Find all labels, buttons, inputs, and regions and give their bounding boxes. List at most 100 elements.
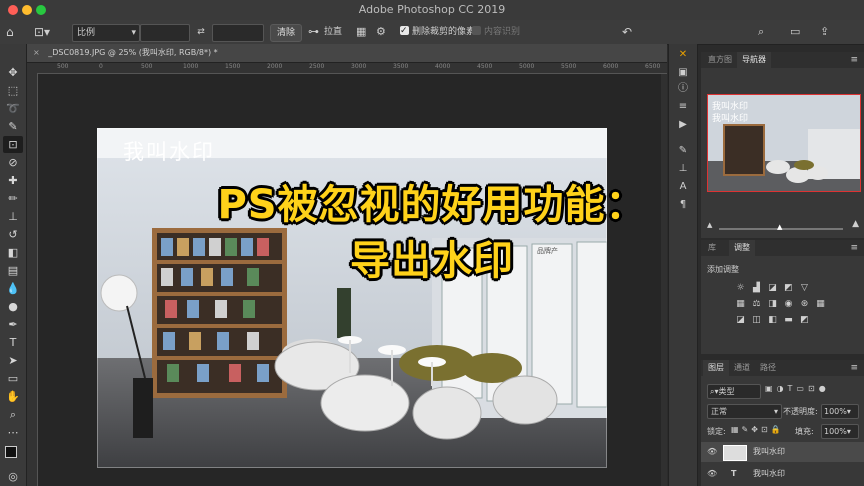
- ruler-mark: 500: [57, 63, 69, 70]
- panel-icon-column: ✕ ▣ ⓘ ≡ ▶ ✎ ⊥ A ¶: [668, 44, 698, 486]
- checkbox-unchecked: [472, 26, 481, 35]
- panel-menu-icon[interactable]: ≡: [850, 240, 858, 256]
- vibrance-icon[interactable]: ▽: [799, 284, 810, 293]
- app-title: Adobe Photoshop CC 2019: [358, 3, 506, 16]
- color-lookup-icon[interactable]: ▦: [815, 300, 826, 309]
- search-icon[interactable]: ⌕: [758, 24, 772, 40]
- straighten-label[interactable]: 拉直: [324, 24, 348, 40]
- tab-paths[interactable]: 路径: [755, 360, 781, 376]
- ratio-select[interactable]: 比例 ▾: [72, 24, 140, 42]
- color-swatches-icon[interactable]: [3, 444, 23, 463]
- filter-icons[interactable]: ▣◑T▭⊡●: [765, 384, 830, 393]
- watermark-text: 我叫水印: [123, 140, 215, 164]
- title-bar: Adobe Photoshop CC 2019: [0, 0, 864, 21]
- undo-icon[interactable]: ↶: [622, 24, 636, 40]
- paragraph-icon[interactable]: ¶: [675, 198, 691, 212]
- ruler-mark: 1000: [183, 63, 199, 70]
- eye-icon[interactable]: 👁: [707, 442, 717, 462]
- navigator-panel: 直方图 导航器 ≡ 我叫水印 我叫水印 ▲ ▲ ▲: [701, 52, 864, 238]
- tab-navigator[interactable]: 导航器: [737, 52, 771, 68]
- width-field[interactable]: [140, 24, 190, 42]
- layer-row[interactable]: 👁 T 我叫水印: [701, 464, 864, 484]
- hand-tool-icon[interactable]: ✋: [3, 388, 23, 405]
- panel-menu-icon[interactable]: ≡: [850, 52, 858, 68]
- gradient-map-icon[interactable]: ▬: [783, 316, 794, 325]
- clone-source-icon[interactable]: ⊥: [675, 162, 691, 176]
- panel-menu-icon[interactable]: ≡: [850, 360, 858, 376]
- eye-icon[interactable]: 👁: [707, 464, 717, 484]
- rectangle-tool-icon[interactable]: ▭: [3, 370, 23, 387]
- move-tool-icon[interactable]: ✥: [3, 64, 23, 81]
- collapse-icon[interactable]: ✕: [675, 48, 691, 62]
- tab-channels[interactable]: 通道: [729, 360, 755, 376]
- levels-icon[interactable]: ▟: [751, 284, 762, 293]
- overlay-grid-icon[interactable]: ▦: [356, 24, 370, 40]
- tab-histogram[interactable]: 直方图: [703, 52, 737, 68]
- ruler-mark: 6000: [603, 63, 619, 70]
- play-actions-icon[interactable]: ▶: [675, 118, 691, 132]
- layer-kind-filter[interactable]: ⌕▾类型: [707, 384, 761, 399]
- navigator-preview[interactable]: 我叫水印 我叫水印: [707, 94, 861, 192]
- threshold-icon[interactable]: ◧: [767, 316, 778, 325]
- zoom-out-icon[interactable]: ▲: [707, 221, 712, 229]
- posterize-icon[interactable]: ◫: [751, 316, 762, 325]
- clear-button[interactable]: 清除: [270, 24, 302, 42]
- properties-icon[interactable]: ≡: [675, 100, 691, 114]
- lasso-tool-icon[interactable]: ➰: [3, 100, 23, 117]
- eyedropper-tool-icon[interactable]: ⊘: [3, 154, 23, 171]
- ruler-mark: 5000: [519, 63, 535, 70]
- channel-mixer-icon[interactable]: ⊛: [799, 300, 810, 309]
- type-tool-icon[interactable]: T: [3, 334, 23, 351]
- chevron-down-icon: ▾: [773, 407, 778, 416]
- layers-tabs: 图层 通道 路径 ≡: [701, 360, 864, 376]
- zoom-handle[interactable]: ▲: [777, 223, 782, 231]
- tab-libraries[interactable]: 库: [703, 240, 721, 256]
- marquee-tool-icon[interactable]: ⬚: [3, 82, 23, 99]
- character-icon[interactable]: A: [675, 180, 691, 194]
- invert-icon[interactable]: ◪: [735, 316, 746, 325]
- fill-field[interactable]: 100%▾: [821, 424, 859, 439]
- quick-mask-icon[interactable]: ◎: [3, 468, 23, 485]
- tab-layers[interactable]: 图层: [703, 360, 729, 376]
- swap-icon[interactable]: ⇄: [195, 24, 207, 40]
- crop-tool-preset-icon[interactable]: ⊡▾: [34, 24, 60, 40]
- layers-panel: 图层 通道 路径 ≡ ⌕▾类型 ▣◑T▭⊡● 正常 ▾ 不透明度: 100%▾ 锁…: [701, 360, 864, 486]
- lock-icons[interactable]: ▦✎✥⊡🔒: [731, 425, 784, 434]
- zoom-tool-icon[interactable]: ⌕: [3, 406, 23, 423]
- brightness-icon[interactable]: ☼: [735, 284, 746, 293]
- straighten-icon[interactable]: ⊶: [308, 24, 322, 40]
- close-icon[interactable]: ×: [33, 48, 40, 57]
- layer-row[interactable]: 👁 我叫水印: [701, 442, 864, 462]
- path-select-tool-icon[interactable]: ➤: [3, 352, 23, 369]
- share-icon[interactable]: ⇪: [820, 24, 834, 40]
- zoom-in-icon[interactable]: ▲: [852, 219, 859, 229]
- document-tab[interactable]: × _DSC0819.JPG @ 25% (我叫水印, RGB/8*) *: [27, 44, 667, 63]
- curves-icon[interactable]: ◪: [767, 284, 778, 293]
- color-balance-icon[interactable]: ⚖: [751, 300, 762, 309]
- pen-tool-icon[interactable]: ✒: [3, 316, 23, 333]
- ruler-mark: 3500: [393, 63, 409, 70]
- content-aware-checkbox[interactable]: 内容识别: [472, 24, 532, 40]
- black-white-icon[interactable]: ◨: [767, 300, 778, 309]
- crop-tool-icon[interactable]: ⊡: [3, 136, 23, 153]
- home-icon[interactable]: ⌂: [6, 24, 20, 40]
- navigator-tabs: 直方图 导航器 ≡: [701, 52, 864, 68]
- photo-filter-icon[interactable]: ◉: [783, 300, 794, 309]
- brush-presets-icon[interactable]: ✎: [675, 144, 691, 158]
- color-panel-icon[interactable]: ▣: [675, 66, 691, 80]
- hue-saturation-icon[interactable]: ▦: [735, 300, 746, 309]
- gear-icon[interactable]: ⚙: [376, 24, 390, 40]
- info-icon[interactable]: ⓘ: [675, 82, 691, 96]
- nav-watermark-2: 我叫水印: [712, 114, 749, 124]
- selective-color-icon[interactable]: ◩: [799, 316, 810, 325]
- quick-select-tool-icon[interactable]: ✎: [3, 118, 23, 135]
- zoom-slider[interactable]: ▲ ▲ ▲: [707, 219, 859, 231]
- blend-mode-select[interactable]: 正常 ▾: [707, 404, 782, 419]
- tab-adjustments[interactable]: 调整: [729, 240, 755, 256]
- opacity-field[interactable]: 100%▾: [821, 404, 859, 419]
- edit-toolbar-icon[interactable]: ⋯: [3, 424, 23, 441]
- exposure-icon[interactable]: ◩: [783, 284, 794, 293]
- dodge-tool-icon[interactable]: ●: [3, 298, 23, 315]
- workspace-icon[interactable]: ▭: [790, 24, 804, 40]
- height-field[interactable]: [212, 24, 264, 42]
